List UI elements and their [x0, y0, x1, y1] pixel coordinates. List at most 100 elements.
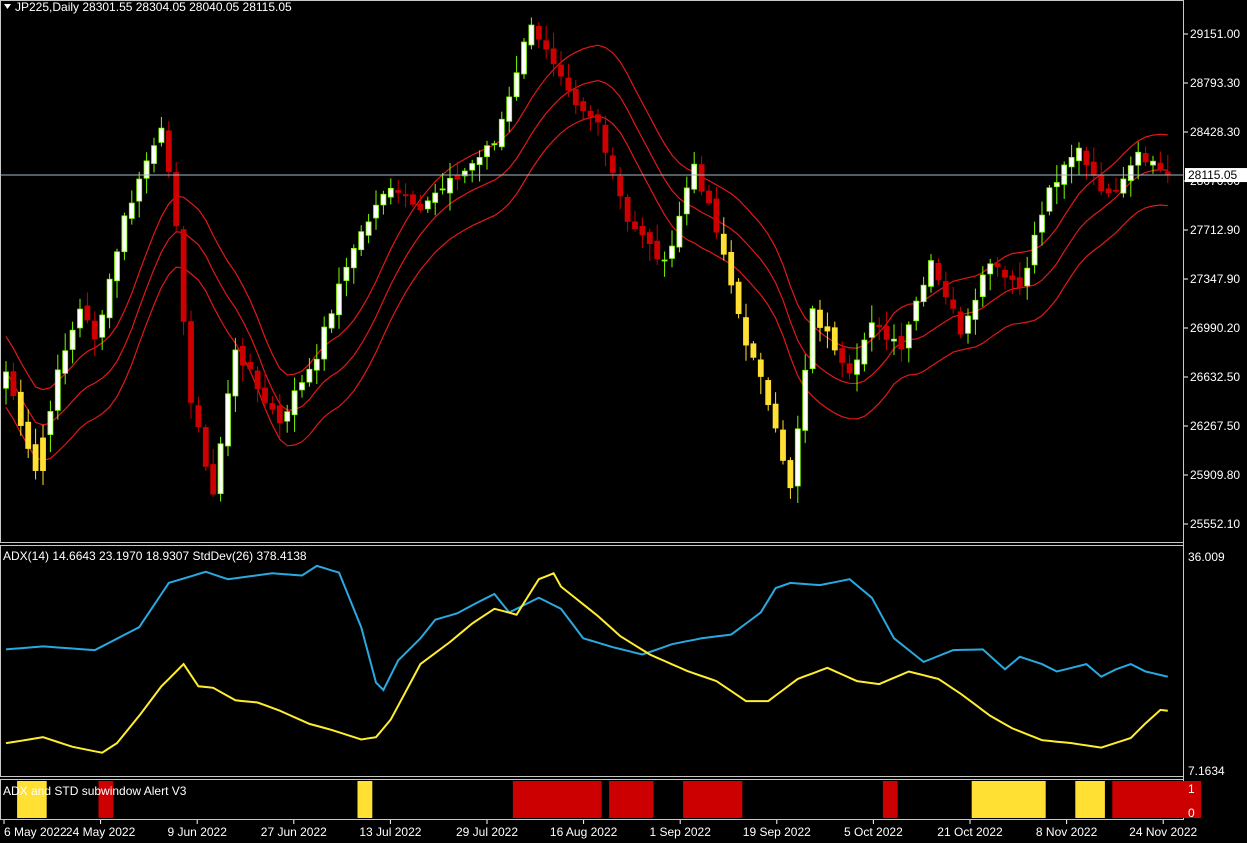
time-tick-label: 19 Sep 2022 [743, 825, 811, 839]
candle-body [3, 371, 9, 389]
candle-body [528, 24, 535, 46]
candle-body [62, 350, 69, 374]
candle-body [550, 48, 557, 65]
candle-body [395, 190, 402, 193]
candle[interactable] [173, 162, 180, 234]
candle-body [84, 305, 91, 321]
candle-body [10, 371, 17, 396]
candle-body [905, 324, 912, 349]
candle-body [920, 284, 927, 303]
candle-body [757, 359, 764, 377]
candle-body [99, 314, 106, 338]
alert-block-yellow [971, 781, 1046, 818]
candle-body [861, 339, 868, 365]
adx-axis-bottom: 7.1634 [1188, 764, 1225, 778]
candle-body [232, 349, 239, 397]
current-price-label: 28115.05 [1188, 168, 1237, 182]
alert-axis-one: 1 [1188, 782, 1195, 796]
current-price-tag: 28115.05 [1185, 168, 1247, 183]
candle-body [972, 299, 979, 320]
candle-body [121, 215, 128, 253]
candle[interactable] [735, 278, 742, 319]
candle-body [165, 130, 172, 173]
candle-body [661, 259, 668, 262]
candle-body [565, 77, 572, 91]
adx-axis-top: 36.009 [1188, 550, 1225, 564]
candle-body [957, 311, 964, 335]
candle-body [1142, 153, 1149, 163]
candle-body [831, 327, 838, 351]
candle-body [654, 240, 661, 260]
alert-block-yellow [1075, 781, 1105, 818]
candle-body [47, 411, 54, 435]
candle[interactable] [809, 305, 816, 374]
chart-background [0, 0, 1247, 843]
candle-body [336, 283, 342, 316]
candle-body [32, 444, 39, 471]
candle-body [180, 229, 187, 322]
candle[interactable] [188, 310, 194, 419]
candle-body [1053, 182, 1060, 188]
candle-body [269, 403, 276, 410]
candle-body [262, 387, 268, 403]
candle-body [291, 390, 298, 416]
alert-block-red [609, 781, 654, 818]
candle-body [1105, 188, 1112, 194]
candle-body [151, 145, 157, 164]
adx-header: ADX(14) 14.6643 23.1970 18.9307 StdDev(2… [3, 549, 307, 563]
candle-body [91, 320, 98, 339]
candle-body [447, 177, 453, 194]
candle-body [158, 127, 165, 143]
candle-body [868, 322, 875, 338]
candle-body [454, 175, 461, 180]
price-tick-label: 25552.10 [1190, 517, 1240, 531]
candle-body [77, 308, 83, 329]
candle-body [891, 338, 897, 342]
candle[interactable] [521, 38, 527, 79]
candle-body [313, 358, 320, 371]
candle-body [202, 427, 209, 467]
candle[interactable] [217, 436, 224, 502]
candle[interactable] [1046, 184, 1053, 216]
candle-body [114, 251, 120, 282]
candle-body [1076, 147, 1082, 162]
candle-body [106, 278, 113, 319]
candle-body [794, 428, 801, 487]
time-tick-label: 24 May 2022 [66, 825, 136, 839]
candle-body [994, 263, 1001, 268]
candle-body [328, 313, 335, 329]
candle-body [358, 231, 365, 251]
candle-body [787, 460, 794, 489]
candle-body [935, 262, 942, 281]
time-tick-label: 24 Nov 2022 [1129, 825, 1197, 839]
chart-area[interactable]: JP225,Daily 28301.55 28304.05 28040.05 2… [0, 0, 1247, 843]
candle-body [321, 326, 328, 360]
candle-body [772, 403, 779, 429]
candle[interactable] [202, 424, 209, 472]
candle-body [1135, 151, 1142, 166]
candle-body [728, 252, 735, 286]
candle-body [439, 188, 446, 191]
candle-body [1083, 150, 1090, 166]
candle-body [17, 391, 24, 426]
candle-body [1024, 267, 1031, 287]
candle-body [587, 110, 594, 117]
time-tick-label: 8 Nov 2022 [1036, 825, 1098, 839]
candle-body [817, 309, 823, 328]
candle[interactable] [750, 340, 757, 361]
time-tick-label: 13 Jul 2022 [359, 825, 421, 839]
candle-body [1009, 275, 1016, 280]
candle-body [491, 143, 498, 146]
candle-body [595, 114, 601, 123]
candle-body [1039, 214, 1045, 233]
time-tick-label: 29 Jul 2022 [456, 825, 518, 839]
price-tick-label: 26632.50 [1190, 370, 1240, 384]
candle-body [1113, 189, 1119, 192]
candle-body [535, 26, 542, 40]
alert-block-red [512, 781, 602, 818]
candle[interactable] [180, 226, 187, 336]
main-header: JP225,Daily 28301.55 28304.05 28040.05 2… [4, 0, 292, 14]
candle-body [1150, 160, 1156, 166]
candle-body [195, 405, 202, 427]
candle-body [1098, 174, 1105, 192]
